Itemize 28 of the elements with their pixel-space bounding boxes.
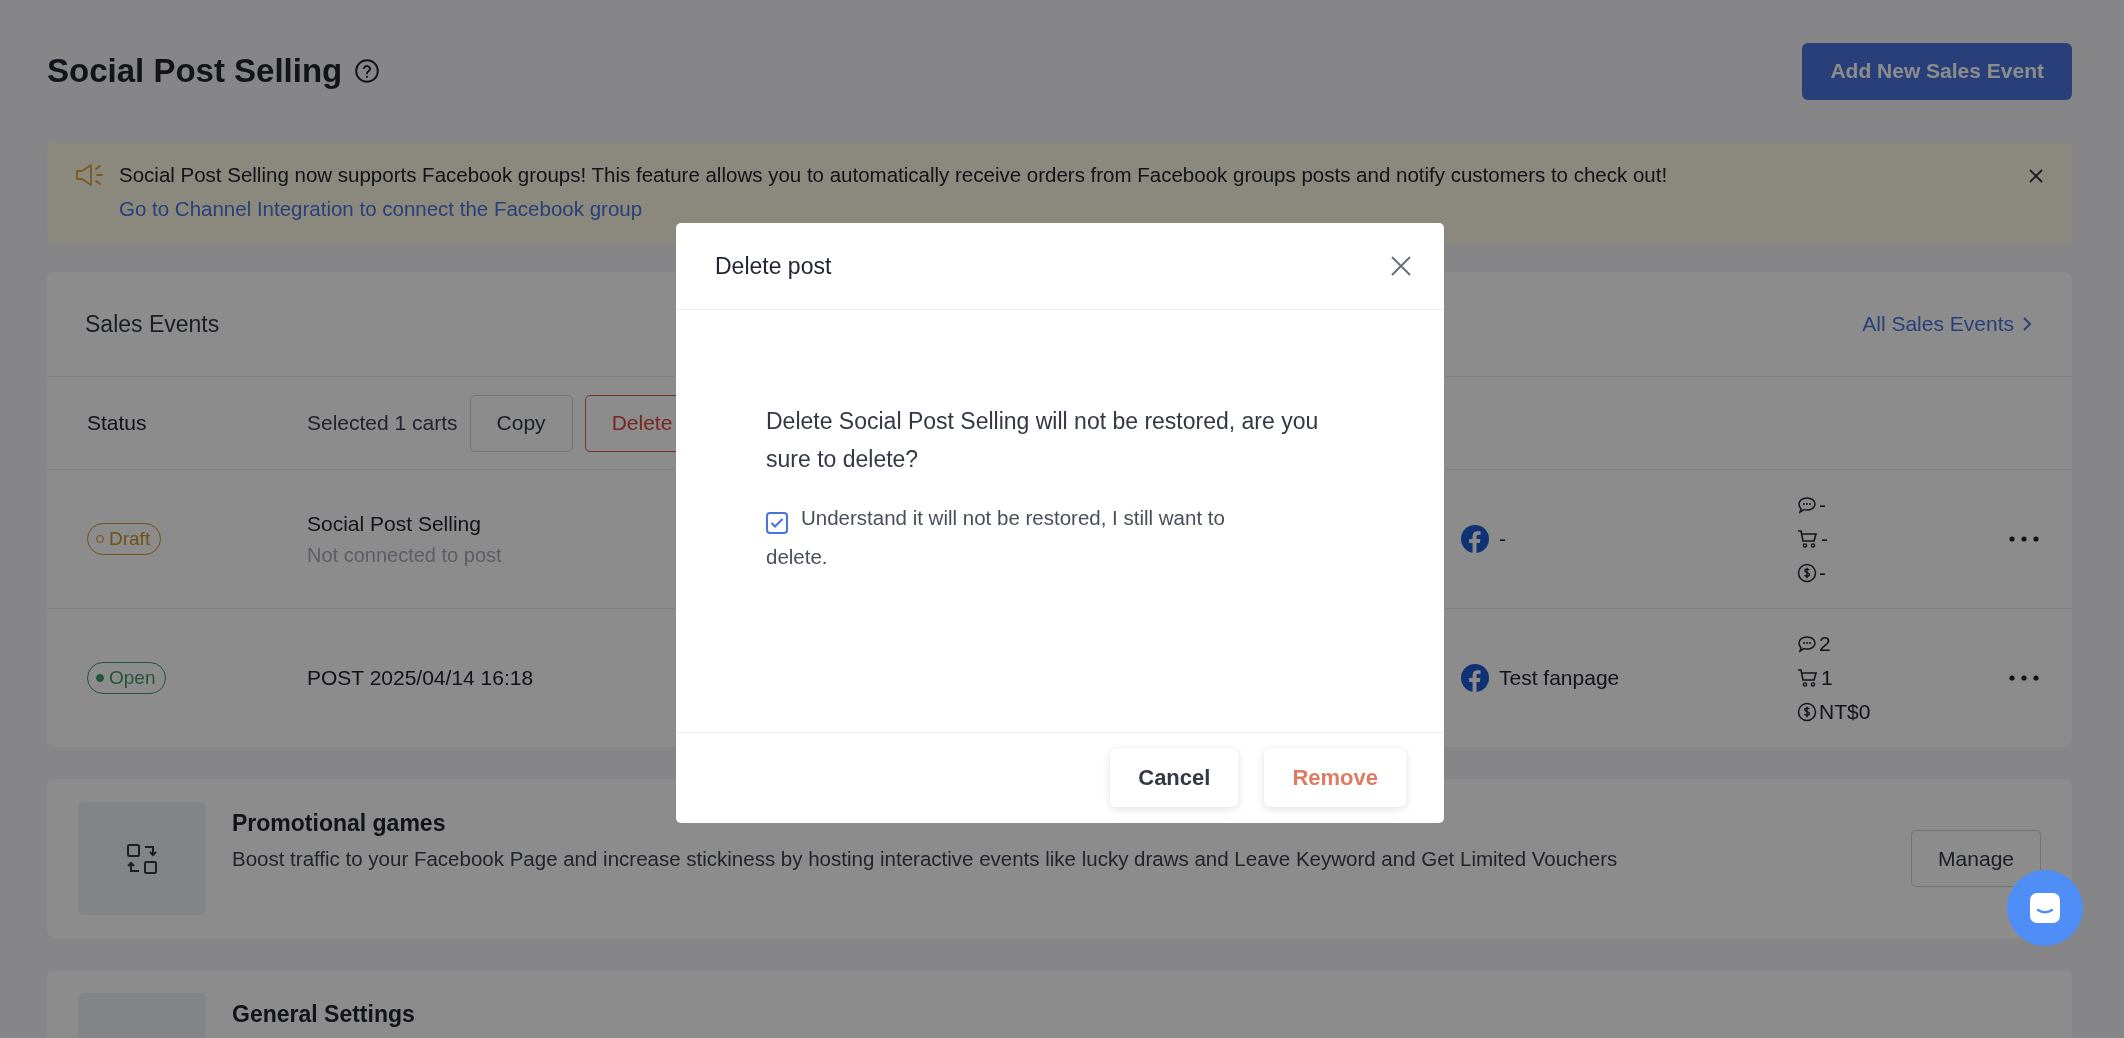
stat-value: - — [1821, 526, 1828, 552]
selection-count: Selected 1 carts — [307, 411, 458, 435]
stat-value: 2 — [1819, 631, 1831, 657]
feature-title: Promotional games — [232, 810, 447, 837]
remove-button[interactable]: Remove — [1264, 749, 1406, 807]
event-name: POST 2025/04/14 16:18 — [307, 666, 534, 690]
event-name: Social Post Selling — [307, 511, 481, 536]
page-name: - — [1499, 527, 1506, 551]
confirm-label[interactable]: Understand it will not be restored, I still want to delete. — [766, 498, 1286, 576]
add-sales-event-button[interactable]: Add New Sales Event — [1802, 42, 2072, 100]
page-title: Social Post Selling — [47, 52, 343, 90]
feature-description: Boost traffic to your Facebook Page and increase stickiness by hosting interactive events like lucky draws and Leave Keyword and Get Limited Vouchers — [232, 847, 1619, 871]
channel-integration-link[interactable]: Go to Channel Integration to connect the Facebook group — [119, 197, 643, 220]
announcement-text: Social Post Selling now supports Facebook groups! This feature allows you to automatically receive orders from Facebook groups posts and notify customers to check out! Go to Channel Integration to connect the Facebook group — [119, 162, 1669, 222]
column-header: Status — [87, 411, 147, 435]
manage-button[interactable]: Manage — [1911, 830, 2041, 887]
card-title: Sales Events — [85, 310, 220, 338]
dialog-title: Delete post — [715, 252, 832, 280]
page-name: Test fanpage — [1499, 666, 1620, 690]
stat-value: 1 — [1821, 665, 1833, 691]
stat-value: - — [1819, 492, 1826, 518]
all-sales-events-link[interactable]: All Sales Events — [1862, 312, 2032, 336]
copy-button[interactable]: Copy — [469, 394, 573, 452]
cancel-button[interactable]: Cancel — [1110, 749, 1239, 807]
feature-title: General Settings — [232, 1001, 416, 1028]
stat-value: NT$0 — [1819, 699, 1871, 725]
dialog-message: Delete Social Post Selling will not be restored, are you sure to delete? — [766, 407, 1320, 474]
stat-value: - — [1819, 560, 1826, 586]
